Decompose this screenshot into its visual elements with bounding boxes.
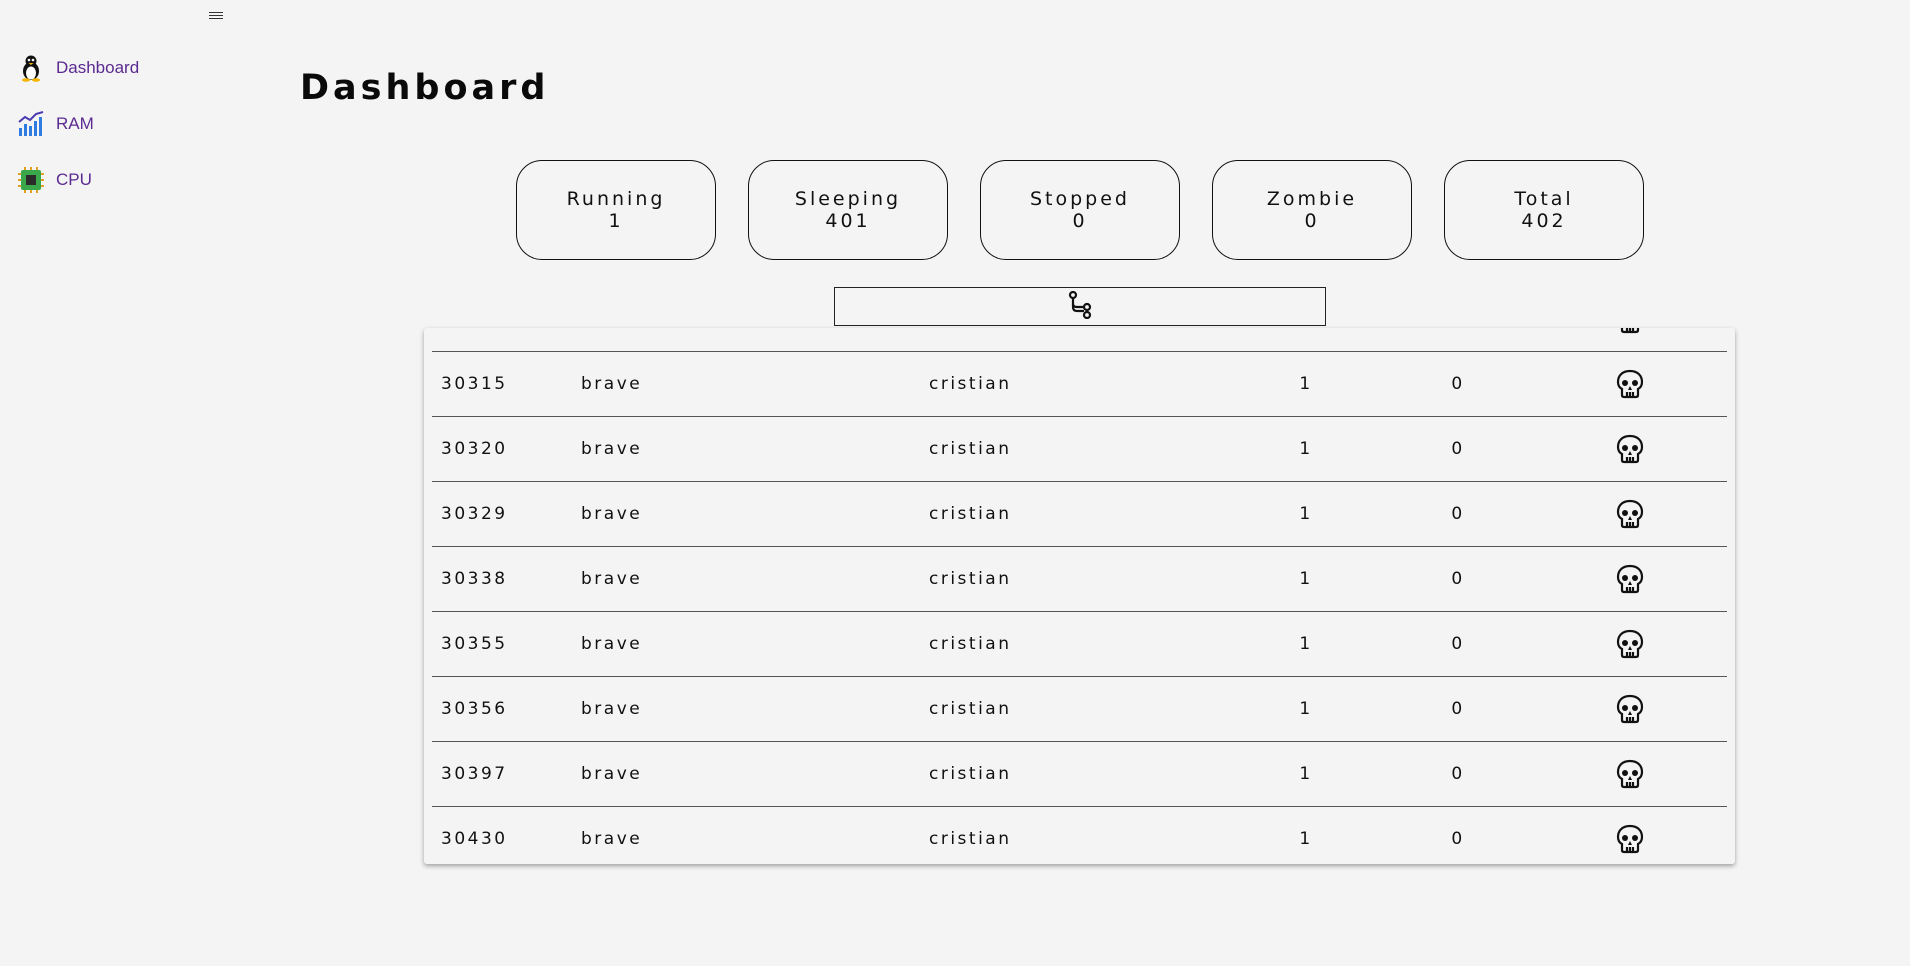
stat-card-stopped: Stopped 0 [980, 160, 1180, 260]
user-cell: cristian [929, 569, 1012, 589]
stat-value: 0 [1072, 210, 1088, 232]
pid-cell: 30356 [441, 699, 508, 719]
kill-process-skull-icon[interactable] [1614, 677, 1646, 741]
count-cell: 1 [1299, 699, 1313, 719]
stat-label: Total [1514, 188, 1574, 210]
pid-cell: 30397 [441, 764, 508, 784]
user-cell: cristian [929, 829, 1012, 849]
status-cell: 0 [1451, 439, 1465, 459]
stat-card-zombie: Zombie 0 [1212, 160, 1412, 260]
process-name-cell: brave [581, 374, 643, 394]
status-cell: 0 [1451, 634, 1465, 654]
table-row: 30338 brave cristian 1 0 [432, 547, 1727, 612]
sidebar-item-label: RAM [56, 114, 94, 133]
status-cell [1448, 328, 1468, 351]
sidebar-item-ram[interactable]: RAM [0, 96, 200, 152]
menu-toggle-icon[interactable] [205, 6, 227, 24]
ram-chart-icon [16, 109, 46, 139]
stat-value: 0 [1304, 210, 1320, 232]
status-cell: 0 [1451, 504, 1465, 524]
stat-label: Stopped [1029, 188, 1130, 210]
table-row: 30430 brave cristian 1 0 [432, 807, 1727, 864]
user-cell: cristian [929, 634, 1012, 654]
stat-card-total: Total 402 [1444, 160, 1644, 260]
user-cell: cristian [929, 374, 1012, 394]
stat-label: Running [566, 188, 666, 210]
process-name-cell: brave [581, 504, 643, 524]
stat-value: 402 [1521, 210, 1567, 232]
pid-cell: 30430 [441, 829, 508, 849]
kill-process-skull-icon[interactable] [1614, 352, 1646, 416]
kill-process-skull-icon[interactable] [1614, 417, 1646, 481]
page-title: Dashboard [300, 68, 550, 108]
table-row: 30355 brave cristian 1 0 [432, 612, 1727, 677]
table-row: 30320 brave cristian 1 0 [432, 417, 1727, 482]
process-name-cell: brave [581, 634, 643, 654]
linux-penguin-icon [16, 53, 46, 83]
table-row: 30397 brave cristian 1 0 [432, 742, 1727, 807]
user-cell: cristian [929, 699, 1012, 719]
stat-value: 1 [608, 210, 624, 232]
table-row [432, 328, 1727, 352]
stat-label: Sleeping [794, 188, 902, 210]
user-cell: cristian [929, 764, 1012, 784]
status-cell: 0 [1451, 829, 1465, 849]
pid-cell: 30320 [441, 439, 508, 459]
table-row: 30329 brave cristian 1 0 [432, 482, 1727, 547]
user-cell: cristian [929, 504, 1012, 524]
table-row: 30356 brave cristian 1 0 [432, 677, 1727, 742]
process-table: 30315 brave cristian 1 0 30320 brave cristian 1 0… [424, 328, 1735, 864]
kill-process-skull-icon[interactable] [1614, 807, 1646, 864]
process-tree-button[interactable] [834, 287, 1326, 326]
sidebar-item-label: Dashboard [56, 58, 140, 77]
pid-cell: 30329 [441, 504, 508, 524]
stat-card-sleeping: Sleeping 401 [748, 160, 948, 260]
status-cell: 0 [1451, 374, 1465, 394]
pid-cell: 30338 [441, 569, 508, 589]
sidebar-item-dashboard[interactable]: Dashboard [0, 40, 200, 96]
user-cell: cristian [929, 439, 1012, 459]
status-cell: 0 [1451, 699, 1465, 719]
count-cell [1296, 328, 1316, 351]
process-stats: Running 1 Sleeping 401 Stopped 0 Zombie … [0, 160, 1910, 260]
pid-cell: 30355 [441, 634, 508, 654]
kill-process-skull-icon[interactable] [1614, 482, 1646, 546]
process-table-body: 30315 brave cristian 1 0 30320 brave cristian 1 0… [432, 328, 1727, 864]
process-name-cell: brave [581, 439, 643, 459]
kill-process-skull-icon[interactable] [1614, 742, 1646, 806]
kill-process-skull-icon[interactable] [1614, 328, 1646, 351]
count-cell: 1 [1299, 569, 1313, 589]
stat-card-running: Running 1 [516, 160, 716, 260]
count-cell: 1 [1299, 374, 1313, 394]
status-cell: 0 [1451, 764, 1465, 784]
count-cell: 1 [1299, 439, 1313, 459]
count-cell: 1 [1299, 829, 1313, 849]
status-cell: 0 [1451, 569, 1465, 589]
count-cell: 1 [1299, 634, 1313, 654]
count-cell: 1 [1299, 764, 1313, 784]
pid-cell: 30315 [441, 374, 508, 394]
kill-process-skull-icon[interactable] [1614, 547, 1646, 611]
process-name-cell: brave [581, 569, 643, 589]
stat-label: Zombie [1266, 188, 1358, 210]
stat-value: 401 [825, 210, 871, 232]
count-cell: 1 [1299, 504, 1313, 524]
process-name-cell: brave [581, 764, 643, 784]
process-name-cell: brave [581, 829, 643, 849]
table-row: 30315 brave cristian 1 0 [432, 352, 1727, 417]
kill-process-skull-icon[interactable] [1614, 612, 1646, 676]
process-tree-icon [1068, 290, 1092, 323]
process-name-cell: brave [581, 699, 643, 719]
